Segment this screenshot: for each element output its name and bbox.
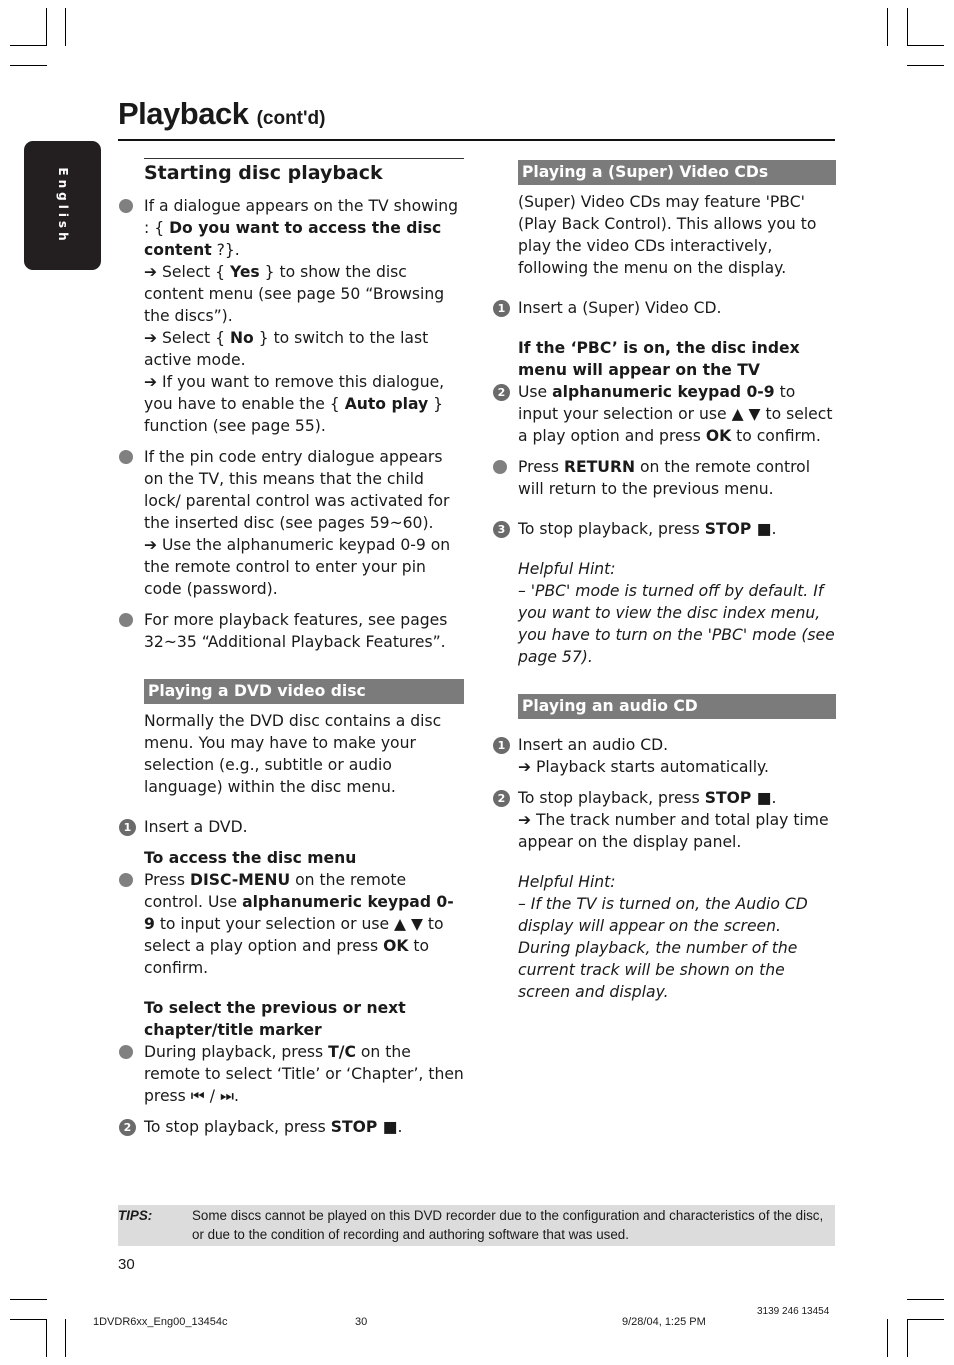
list-item: Press DISC-MENU on the remote control. U… xyxy=(118,869,464,979)
section-title: Starting disc playback xyxy=(144,158,464,187)
step-item: 2 To stop playback, press STOP ■. xyxy=(118,1116,464,1138)
language-tab-label: English xyxy=(55,166,70,245)
tips-label: TIPS: xyxy=(118,1208,153,1223)
step-number-icon: 3 xyxy=(493,521,510,538)
step-number-icon: 1 xyxy=(493,300,510,317)
crop-mark xyxy=(907,8,908,46)
right-column: Playing a (Super) Video CDs (Super) Vide… xyxy=(492,160,836,1003)
list-item: If the pin code entry dialogue appears o… xyxy=(118,446,464,600)
page-title-main: Playback xyxy=(118,96,249,131)
page-number: 30 xyxy=(118,1256,135,1273)
step-number-icon: 2 xyxy=(119,1119,136,1136)
step-item: 3 To stop playback, press STOP ■. xyxy=(492,518,836,540)
footer-page: 30 xyxy=(355,1316,368,1328)
section-heading-audio: Playing an audio CD xyxy=(518,694,836,719)
crop-mark xyxy=(46,8,47,46)
step-item: 1 Insert a DVD. xyxy=(118,816,464,838)
crop-mark xyxy=(65,8,66,46)
helpful-hint-text: – If the TV is turned on, the Audio CD d… xyxy=(518,895,808,1001)
crop-mark xyxy=(907,1319,908,1357)
tips-box: TIPS: Some discs cannot be played on thi… xyxy=(118,1205,835,1246)
crop-mark xyxy=(65,1319,66,1357)
step-item: 2 To stop playback, press STOP ■. ➔ The … xyxy=(492,787,836,853)
bullet-icon xyxy=(119,613,133,627)
left-column: Starting disc playback If a dialogue app… xyxy=(118,158,464,1138)
step-item: 1 Insert a (Super) Video CD. xyxy=(492,297,836,319)
crop-mark xyxy=(907,1299,944,1300)
list-item: Press RETURN on the remote control will … xyxy=(492,456,836,500)
helpful-hint-label: Helpful Hint: xyxy=(518,560,616,578)
step-item: 2 Use alphanumeric keypad 0-9 to input y… xyxy=(492,381,836,447)
crop-mark xyxy=(10,1299,47,1300)
step-number-icon: 1 xyxy=(119,819,136,836)
helpful-hint-label: Helpful Hint: xyxy=(518,873,616,891)
page-title-sub: (cont'd) xyxy=(256,108,326,129)
section-heading-vcd: Playing a (Super) Video CDs xyxy=(518,160,836,185)
bullet-icon xyxy=(119,873,133,887)
step-number-icon: 2 xyxy=(493,384,510,401)
crop-mark xyxy=(10,1319,47,1320)
tips-text: Some discs cannot be played on this DVD … xyxy=(192,1208,824,1242)
vcd-intro: (Super) Video CDs may feature 'PBC' (Pla… xyxy=(518,193,817,277)
crop-mark xyxy=(887,8,888,46)
list-item: If a dialogue appears on the TV showing … xyxy=(118,195,464,437)
footer-datetime: 9/28/04, 1:25 PM xyxy=(622,1316,706,1328)
page-title: Playback (cont'd) xyxy=(118,96,325,132)
crop-mark xyxy=(887,1319,888,1357)
language-tab: English xyxy=(24,141,101,270)
crop-mark xyxy=(907,1319,944,1320)
crop-mark xyxy=(46,1319,47,1357)
step-number-icon: 2 xyxy=(493,790,510,807)
bullet-icon xyxy=(119,1045,133,1059)
subheading: If the ‘PBC’ is on, the disc index menu … xyxy=(518,339,800,379)
footer-code: 3139 246 13454 xyxy=(757,1306,830,1317)
bullet-icon xyxy=(119,450,133,464)
crop-mark xyxy=(10,65,47,66)
list-item: For more playback features, see pages 32… xyxy=(118,609,464,653)
crop-mark xyxy=(907,45,944,46)
bullet-icon xyxy=(119,199,133,213)
subheading: To access the disc menu xyxy=(144,849,357,867)
footer-file: 1DVDR6xx_Eng00_13454c xyxy=(93,1316,228,1328)
list-item: During playback, press T/C on the remote… xyxy=(118,1041,464,1107)
crop-mark xyxy=(907,65,944,66)
bullet-icon xyxy=(493,460,507,474)
title-divider xyxy=(118,139,835,141)
dvd-intro: Normally the DVD disc contains a disc me… xyxy=(144,712,442,796)
subheading: To select the previous or next chapter/t… xyxy=(144,999,406,1039)
section-heading-dvd: Playing a DVD video disc xyxy=(144,679,464,704)
crop-mark xyxy=(10,45,47,46)
step-number-icon: 1 xyxy=(493,737,510,754)
helpful-hint-text: – 'PBC' mode is turned off by default. I… xyxy=(518,582,835,666)
step-item: 1 Insert an audio CD. ➔ Playback starts … xyxy=(492,734,836,778)
